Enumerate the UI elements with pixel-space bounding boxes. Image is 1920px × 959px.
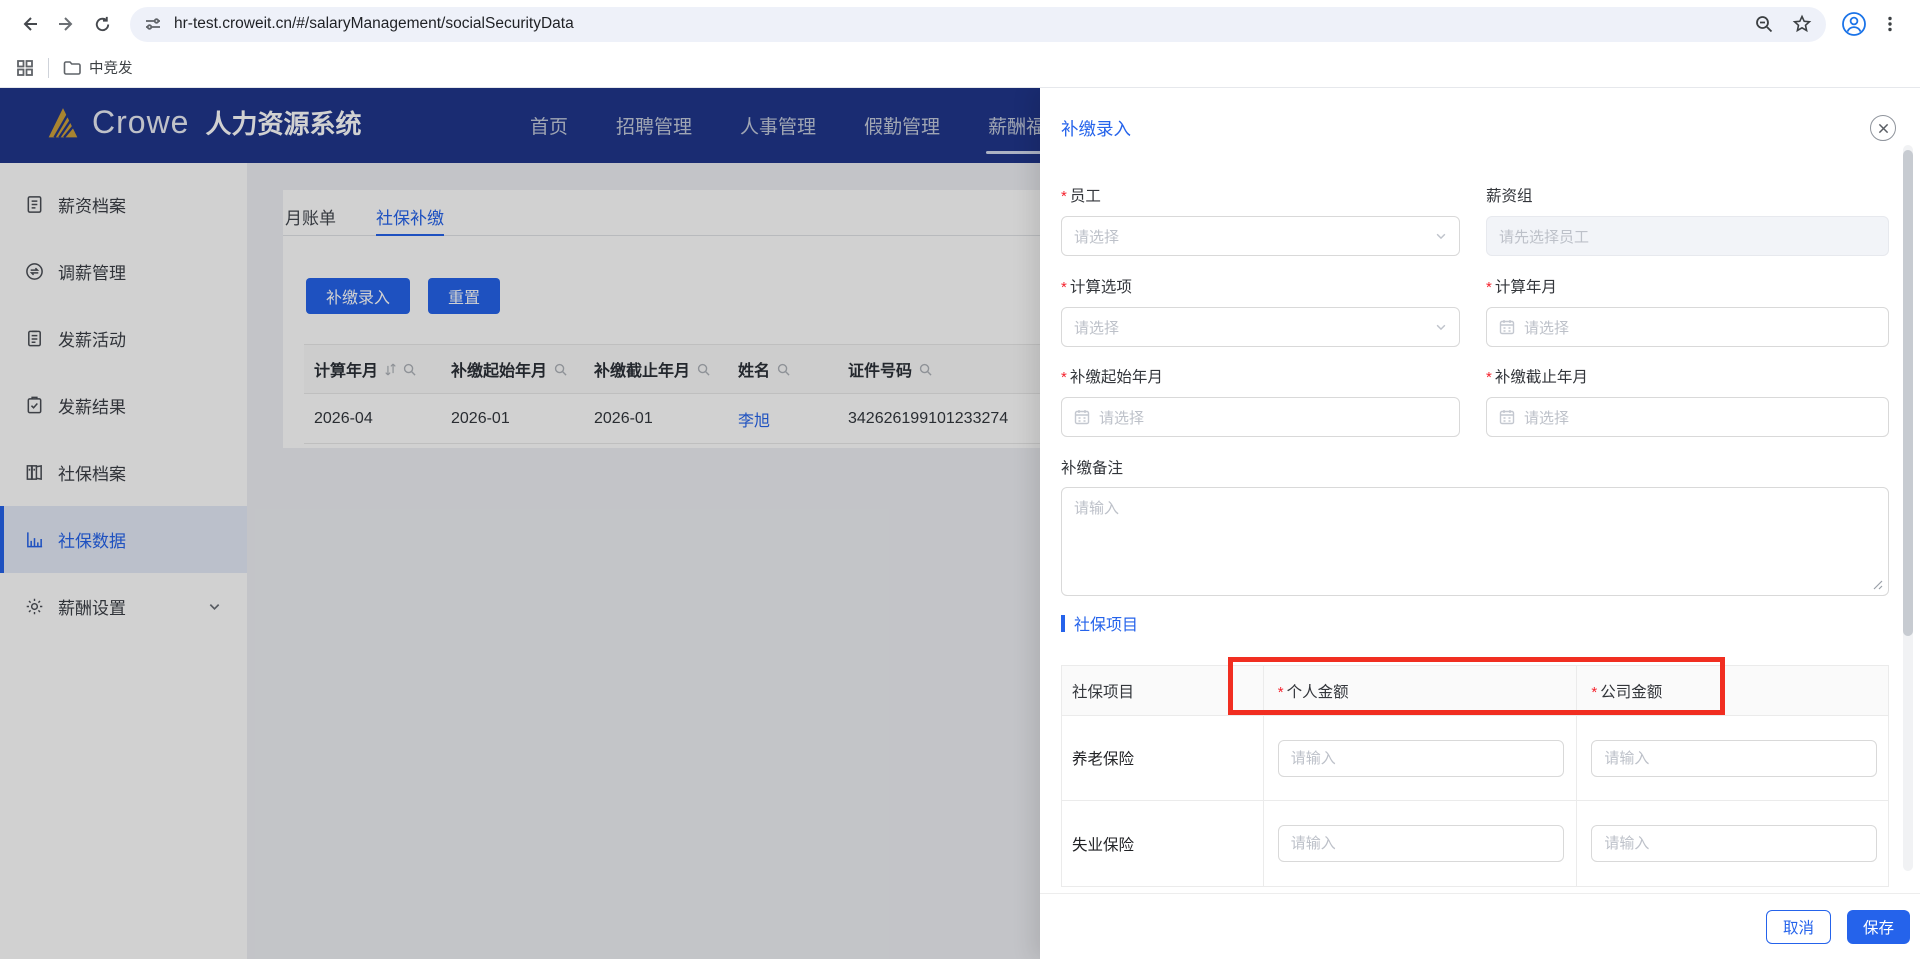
bookmark-star-icon[interactable]	[1792, 14, 1812, 34]
pension-company-input[interactable]	[1591, 739, 1878, 777]
back-button[interactable]	[12, 6, 48, 42]
unemployment-personal-input[interactable]	[1277, 825, 1564, 862]
drawer-footer: 取消 保存	[1040, 893, 1920, 959]
folder-icon	[63, 60, 81, 76]
item-label: 养老保险	[1072, 751, 1135, 768]
page-viewport: Crowe 人力资源系统 首页 招聘管理 人事管理 假勤管理 薪酬福利 薪资档案…	[0, 88, 1920, 959]
profile-icon[interactable]	[1836, 6, 1872, 42]
save-button[interactable]: 保存	[1846, 909, 1910, 944]
bookmarks-bar: 中竞发	[0, 48, 1920, 88]
col-company-amount: 公司金额	[1591, 680, 1662, 702]
calc-option-label: 计算选项	[1061, 279, 1132, 296]
start-month-label: 补缴起始年月	[1061, 369, 1163, 386]
pension-personal-input[interactable]	[1277, 739, 1564, 777]
employee-select[interactable]: 请选择	[1061, 216, 1460, 256]
remark-label: 补缴备注	[1061, 460, 1124, 477]
browser-toolbar: hr-test.croweit.cn/#/salaryManagement/so…	[0, 0, 1920, 48]
col-personal-amount: 个人金额	[1278, 680, 1349, 702]
unemployment-company-input[interactable]	[1591, 825, 1878, 862]
supplement-entry-drawer: 补缴录入 员工 薪资组 请选择 请先选择员工 计算	[1040, 88, 1920, 959]
bookmarks-divider	[48, 57, 49, 78]
section-bar-icon	[1061, 614, 1065, 632]
end-month-label: 补缴截止年月	[1486, 369, 1588, 386]
calc-option-select[interactable]: 请选择	[1061, 307, 1460, 347]
employee-label: 员工	[1061, 188, 1101, 205]
chevron-down-icon	[1435, 321, 1447, 333]
salary-group-input: 请先选择员工	[1486, 216, 1889, 256]
salary-group-label: 薪资组	[1486, 188, 1533, 205]
site-settings-icon[interactable]	[144, 15, 162, 33]
section-header: 社保项目	[1061, 611, 1138, 635]
bookmark-folder-label: 中竞发	[89, 61, 133, 77]
apps-grid-icon[interactable]	[16, 59, 34, 77]
start-month-datepicker[interactable]: 请选择	[1061, 397, 1460, 437]
drawer-title: 补缴录入	[1061, 119, 1131, 139]
url-text[interactable]: hr-test.croweit.cn/#/salaryManagement/so…	[174, 15, 1754, 33]
remark-textarea[interactable]	[1061, 487, 1889, 596]
chevron-down-icon	[1435, 230, 1447, 242]
forward-button[interactable]	[48, 6, 84, 42]
calendar-icon	[1499, 409, 1515, 425]
item-label: 失业保险	[1072, 836, 1135, 854]
browser-menu-icon[interactable]	[1872, 6, 1908, 42]
social-items-table: 社保项目 个人金额 公司金额 养老保险 失业保险	[1061, 665, 1889, 887]
calc-month-label: 计算年月	[1486, 279, 1557, 296]
bookmark-folder[interactable]: 中竞发	[63, 57, 133, 78]
reload-button[interactable]	[84, 6, 120, 42]
calc-month-datepicker[interactable]: 请选择	[1486, 307, 1889, 347]
drawer-mask[interactable]	[0, 88, 1040, 959]
items-table-row-pension: 养老保险	[1062, 716, 1888, 801]
items-table-row-unemployment: 失业保险	[1062, 801, 1888, 887]
drawer-scrollbar-thumb[interactable]	[1903, 150, 1913, 636]
cancel-button[interactable]: 取消	[1765, 909, 1831, 944]
zoom-out-icon[interactable]	[1754, 14, 1774, 34]
close-icon[interactable]	[1870, 115, 1896, 141]
col-social-item: 社保项目	[1072, 683, 1135, 701]
omnibox[interactable]: hr-test.croweit.cn/#/salaryManagement/so…	[130, 6, 1826, 42]
calendar-icon	[1074, 409, 1090, 425]
end-month-datepicker[interactable]: 请选择	[1486, 397, 1889, 437]
items-table-header: 社保项目 个人金额 公司金额	[1062, 666, 1888, 716]
calendar-icon	[1499, 319, 1515, 335]
section-title: 社保项目	[1074, 617, 1139, 634]
